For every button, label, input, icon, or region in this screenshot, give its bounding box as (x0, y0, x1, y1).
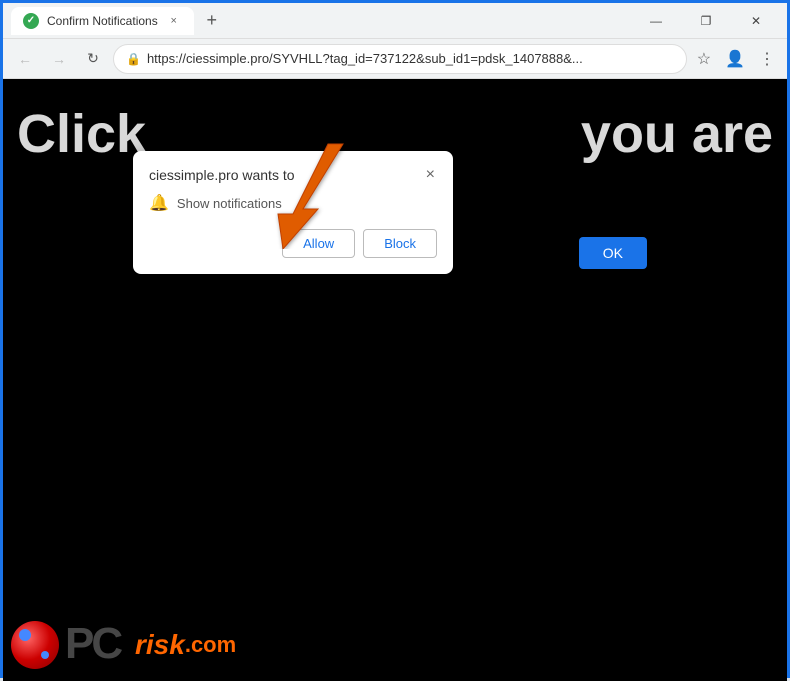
ok-button[interactable]: OK (579, 237, 647, 269)
page-text-left: Click (17, 103, 146, 165)
block-button[interactable]: Block (363, 229, 437, 258)
tab-favicon (23, 13, 39, 29)
notification-text: Show notifications (177, 196, 282, 211)
tab-close-button[interactable]: × (166, 13, 182, 29)
minimize-button[interactable]: — (633, 7, 679, 35)
address-bar: ← → ↻ 🔒 https://ciessimple.pro/SYVHLL?ta… (3, 39, 787, 79)
new-tab-button[interactable]: + (198, 7, 226, 35)
pcrisk-pc-label: PC (65, 616, 135, 673)
page-text-right: you are (581, 103, 773, 165)
tab-area: Confirm Notifications × + (11, 7, 633, 35)
pcrisk-logo: PC risk .com (11, 616, 236, 673)
pc-letters-svg: PC (65, 616, 135, 666)
risk-com-text: risk .com (135, 629, 236, 661)
risk-label: risk (135, 629, 185, 661)
dialog-close-button[interactable]: × (424, 167, 437, 183)
forward-button[interactable]: → (45, 45, 73, 73)
lock-icon: 🔒 (126, 52, 141, 66)
page-content: Click you are ciessimple.pro wants to × … (3, 79, 787, 681)
pcrisk-ball-icon (11, 621, 59, 669)
window-controls: — ❐ ✕ (633, 7, 779, 35)
com-label: .com (185, 632, 236, 658)
url-text: https://ciessimple.pro/SYVHLL?tag_id=737… (147, 51, 674, 66)
bookmark-icon[interactable]: ☆ (693, 49, 715, 69)
arrow-container (273, 139, 353, 254)
title-bar: Confirm Notifications × + — ❐ ✕ (3, 3, 787, 39)
reload-button[interactable]: ↻ (79, 45, 107, 73)
menu-icon[interactable]: ⋮ (755, 49, 779, 69)
pcrisk-text: PC risk .com (65, 616, 236, 673)
url-box[interactable]: 🔒 https://ciessimple.pro/SYVHLL?tag_id=7… (113, 44, 687, 74)
maximize-button[interactable]: ❐ (683, 7, 729, 35)
svg-text:PC: PC (65, 619, 122, 666)
profile-icon[interactable]: 👤 (721, 49, 749, 69)
close-window-button[interactable]: ✕ (733, 7, 779, 35)
bell-icon: 🔔 (149, 193, 169, 213)
back-button[interactable]: ← (11, 45, 39, 73)
arrow-icon (273, 139, 353, 249)
tab-title: Confirm Notifications (47, 14, 158, 28)
active-tab[interactable]: Confirm Notifications × (11, 7, 194, 35)
